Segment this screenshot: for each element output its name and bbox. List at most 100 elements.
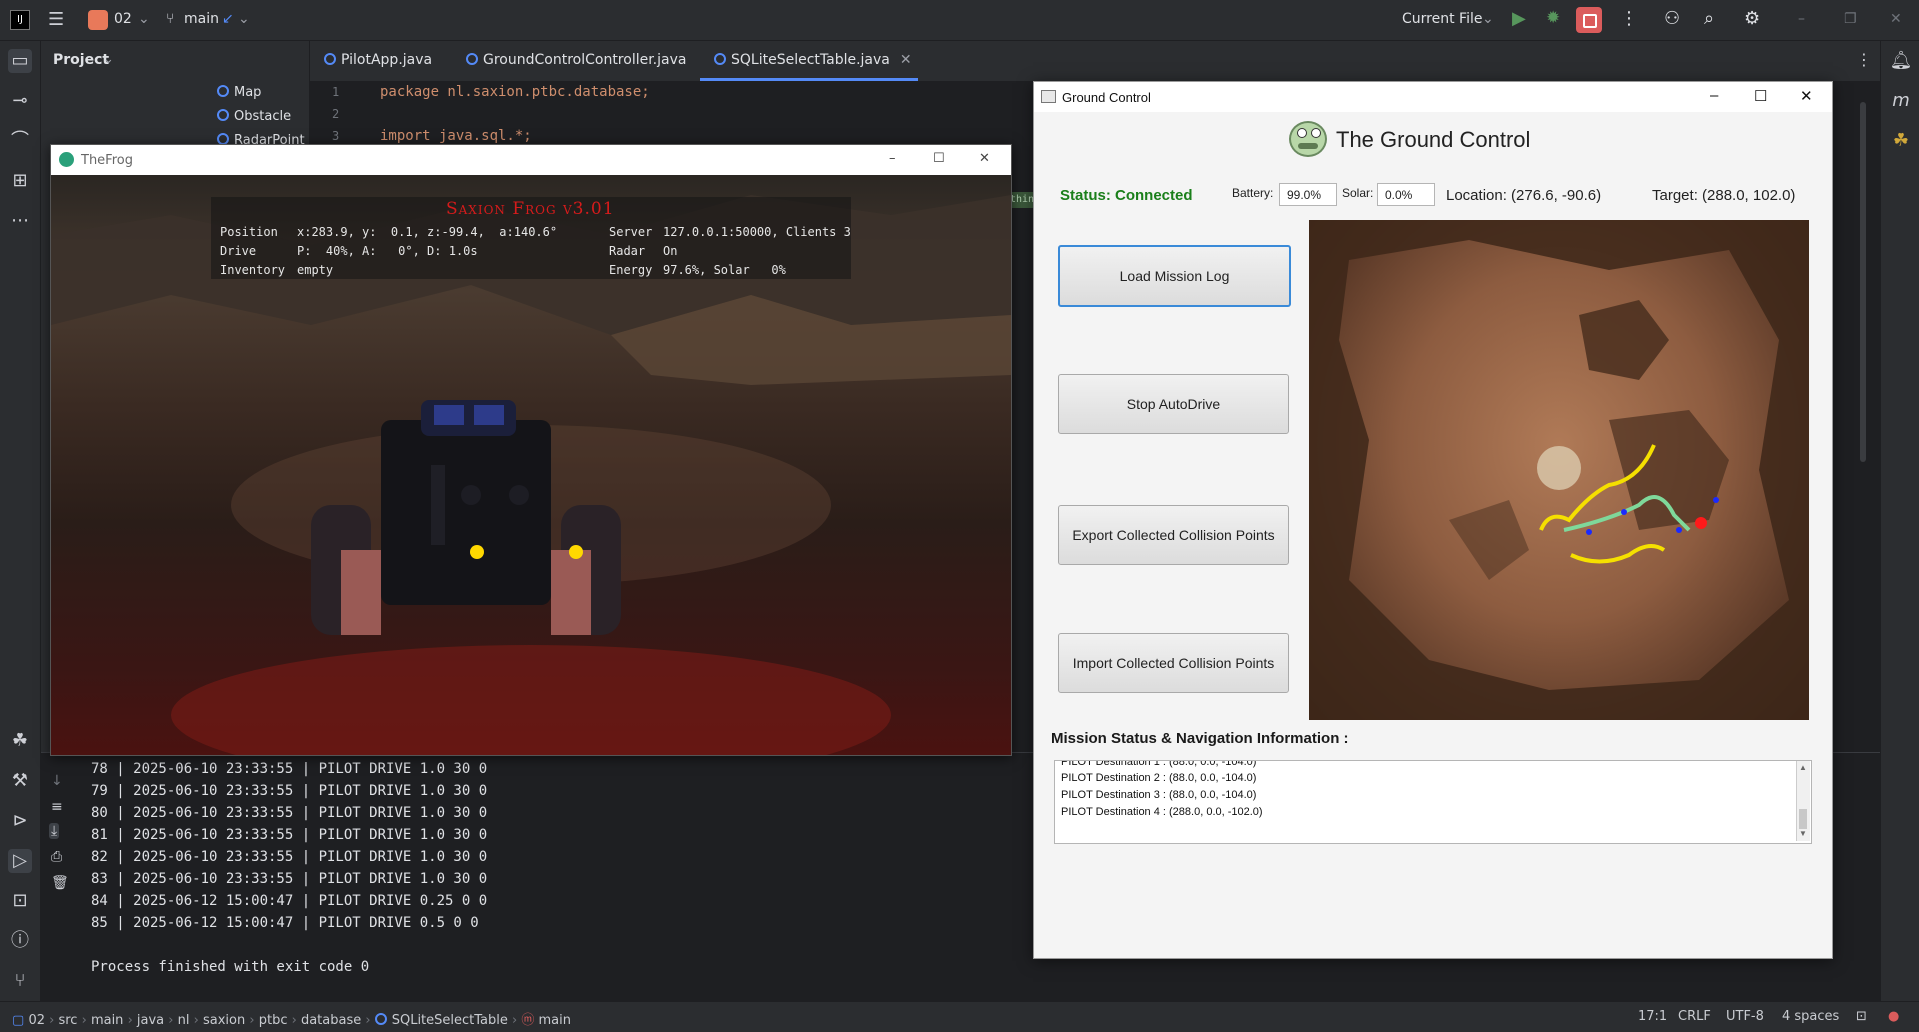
- tab-options-icon[interactable]: ⋮: [1856, 50, 1872, 69]
- scroll-up-icon[interactable]: ▲: [1799, 763, 1807, 772]
- solar-field[interactable]: 0.0%: [1377, 183, 1435, 206]
- method-icon: ⓜ: [521, 1013, 535, 1028]
- console-line: 84 | 2025-06-12 15:00:47 | PILOT DRIVE 0…: [91, 893, 488, 909]
- close-icon[interactable]: ✕: [1800, 87, 1813, 105]
- mission-line: PILOT Destination 3 : (88.0, 0.0, -104.0…: [1061, 789, 1257, 801]
- scroll-down-icon[interactable]: ↓: [51, 773, 63, 789]
- maximize-icon[interactable]: ☐: [1754, 87, 1767, 105]
- breadcrumb-item[interactable]: ptbc: [259, 1013, 288, 1028]
- frog-simulator-window[interactable]: TheFrog – ☐ ✕ Saxion Frog v3.01 Position…: [50, 144, 1012, 756]
- clear-trash-icon[interactable]: 🗑︎: [51, 875, 69, 891]
- class-icon: [324, 53, 336, 65]
- breadcrumb-item[interactable]: 02: [28, 1013, 45, 1028]
- minimize-icon[interactable]: –: [889, 151, 896, 166]
- frog-plugin-icon[interactable]: ☘: [8, 729, 32, 753]
- ide-toolbar: IJ ☰ 02 ⌄ ⑂ main ↙ ⌄ Current File ⌄ ▶ ✹ …: [0, 0, 1919, 41]
- search-icon[interactable]: ⌕: [1704, 8, 1714, 29]
- minimize-icon[interactable]: –: [1798, 11, 1805, 27]
- restore-icon[interactable]: ❐: [1844, 11, 1857, 27]
- load-mission-log-button[interactable]: Load Mission Log: [1058, 245, 1291, 307]
- terrain-map[interactable]: [1309, 220, 1809, 720]
- branch-chevron-icon[interactable]: ⌄: [238, 11, 250, 27]
- tab-groundcontrolcontroller[interactable]: GroundControlController.java: [466, 52, 686, 68]
- breadcrumb-item[interactable]: main: [539, 1013, 571, 1028]
- chevron-down-icon[interactable]: ⌄: [138, 11, 150, 27]
- close-icon[interactable]: ✕: [979, 151, 990, 166]
- notifications-icon[interactable]: 🔔︎: [1889, 49, 1913, 73]
- tab-close-icon[interactable]: ✕: [900, 52, 912, 68]
- run-config-selector[interactable]: Current File: [1402, 11, 1482, 27]
- editor-tabs: PilotApp.java GroundControlController.ja…: [310, 41, 1880, 82]
- services-icon[interactable]: ⊳: [8, 809, 32, 833]
- tree-item-obstacle[interactable]: Obstacle: [217, 109, 291, 124]
- minimize-icon[interactable]: –: [1710, 87, 1718, 104]
- breadcrumb-item[interactable]: nl: [178, 1013, 190, 1028]
- line-separator[interactable]: CRLF: [1678, 1009, 1711, 1024]
- exit-message: Process finished with exit code 0: [91, 959, 370, 975]
- tab-sqliteselecttable[interactable]: SQLiteSelectTable.java ✕: [714, 52, 912, 68]
- breadcrumb-item[interactable]: database: [301, 1013, 361, 1028]
- stop-autodrive-button[interactable]: Stop AutoDrive: [1058, 374, 1289, 434]
- maximize-icon[interactable]: ☐: [933, 151, 945, 166]
- hud-title: Saxion Frog v3.01: [446, 199, 615, 219]
- branch-icon: ⑂: [166, 11, 175, 27]
- file-encoding[interactable]: UTF-8: [1726, 1009, 1764, 1024]
- project-panel-title[interactable]: Project: [53, 52, 109, 68]
- editor-scrollbar[interactable]: [1860, 102, 1866, 462]
- class-icon: [714, 53, 726, 65]
- print-icon[interactable]: ⎙: [51, 849, 62, 865]
- run-tool-icon[interactable]: ▷: [8, 849, 32, 873]
- branch-name[interactable]: main: [184, 11, 219, 27]
- tree-item-map[interactable]: Map: [217, 85, 261, 100]
- breadcrumb-item[interactable]: main: [91, 1013, 123, 1028]
- export-collision-points-button[interactable]: Export Collected Collision Points: [1058, 505, 1289, 565]
- terminal-icon[interactable]: ⊡: [8, 889, 32, 913]
- error-indicator-icon[interactable]: ●: [1888, 1009, 1899, 1024]
- mission-status-list[interactable]: PILOT Destination 1 : (88.0, 0.0, -104.0…: [1054, 760, 1812, 844]
- git-icon[interactable]: ⑂: [8, 969, 32, 993]
- frog-3d-viewport[interactable]: Saxion Frog v3.01 Position x:283.9, y: 0…: [51, 175, 1011, 755]
- structure-icon[interactable]: ⊞: [8, 169, 32, 193]
- breadcrumb-item[interactable]: saxion: [203, 1013, 245, 1028]
- tab-pilotapp[interactable]: PilotApp.java: [324, 52, 432, 68]
- breadcrumb-item[interactable]: java: [137, 1013, 164, 1028]
- scroll-to-end-icon[interactable]: ⤓: [49, 823, 60, 839]
- stop-button[interactable]: [1576, 7, 1602, 33]
- scroll-down-icon[interactable]: ▼: [1799, 829, 1807, 838]
- main-menu-icon[interactable]: ☰: [48, 9, 64, 30]
- pull-requests-icon[interactable]: ⌒: [8, 129, 32, 153]
- project-badge-icon: [88, 10, 108, 30]
- run-config-chevron-icon[interactable]: ⌄: [1482, 11, 1494, 27]
- indent-setting[interactable]: 4 spaces: [1782, 1009, 1839, 1024]
- settings-gear-icon[interactable]: ⚙: [1744, 8, 1760, 29]
- breadcrumb-item[interactable]: SQLiteSelectTable: [392, 1013, 508, 1028]
- more-tools-icon[interactable]: ⋯: [8, 209, 32, 233]
- soft-wrap-icon[interactable]: ≡: [51, 799, 63, 815]
- import-collision-points-button[interactable]: Import Collected Collision Points: [1058, 633, 1289, 693]
- commit-icon[interactable]: ⊸: [8, 89, 32, 113]
- debug-icon[interactable]: ✹: [1546, 8, 1560, 28]
- project-panel-chevron-icon[interactable]: ⌄: [103, 52, 114, 67]
- stop-icon: [1583, 14, 1597, 28]
- mission-scrollbar[interactable]: ▲ ▼: [1796, 761, 1810, 841]
- hud-energy-label: Energy: [609, 263, 653, 277]
- frog-title-bar[interactable]: TheFrog – ☐ ✕: [51, 145, 1011, 175]
- gc-title-bar[interactable]: Ground Control – ☐ ✕: [1034, 82, 1832, 112]
- close-icon[interactable]: ✕: [1890, 11, 1902, 27]
- hud-position-label: Position: [220, 225, 278, 239]
- add-user-icon[interactable]: ⚇: [1664, 8, 1680, 29]
- frog-tool-icon[interactable]: ☘: [1889, 129, 1913, 153]
- more-actions-icon[interactable]: ⋮: [1620, 8, 1638, 29]
- ground-control-window[interactable]: Ground Control – ☐ ✕ The Ground Control …: [1033, 81, 1833, 959]
- breadcrumb-item[interactable]: src: [58, 1013, 77, 1028]
- scroll-thumb[interactable]: [1799, 809, 1807, 829]
- build-hammer-icon[interactable]: ⚒: [8, 769, 32, 793]
- run-icon[interactable]: ▶: [1512, 8, 1526, 29]
- battery-field[interactable]: 99.0%: [1279, 183, 1337, 206]
- caret-position[interactable]: 17:1: [1638, 1009, 1667, 1024]
- maven-icon[interactable]: m: [1889, 89, 1913, 113]
- problems-icon[interactable]: ⓘ: [8, 929, 32, 953]
- project-name[interactable]: 02: [114, 11, 132, 27]
- read-only-lock-icon[interactable]: ⊡: [1856, 1009, 1867, 1024]
- project-folder-icon[interactable]: ▭: [8, 49, 32, 73]
